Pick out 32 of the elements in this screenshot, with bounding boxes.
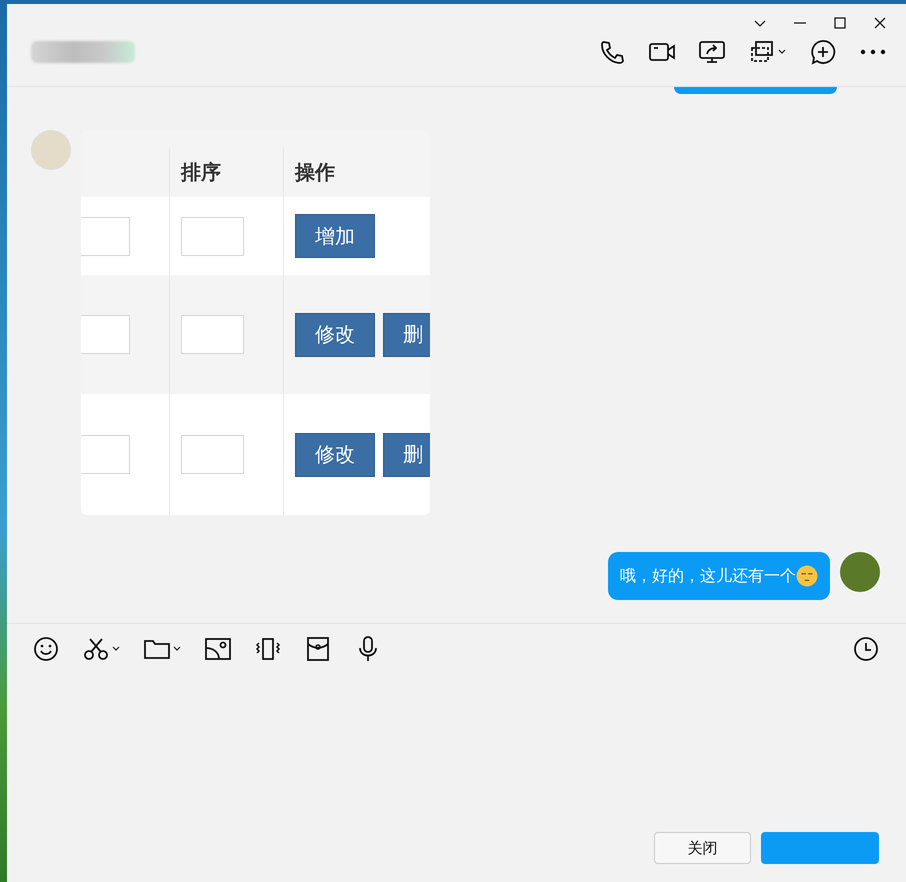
input-field[interactable] [81,435,130,474]
input-field[interactable] [181,216,244,256]
table-button[interactable]: 删 [383,312,430,356]
table-button[interactable]: 删 [383,432,430,476]
emoji-icon[interactable] [33,636,59,662]
image-icon[interactable] [205,636,231,662]
screen-share-icon[interactable] [699,39,725,65]
clock-icon[interactable] [853,636,879,662]
vibrate-icon[interactable] [255,636,281,662]
input-field[interactable] [81,315,130,354]
caret-icon[interactable] [778,49,786,55]
close-icon[interactable] [874,17,886,29]
input-field[interactable] [81,216,130,256]
avatar [840,552,880,592]
screens-icon[interactable] [749,39,775,65]
table-button[interactable]: 增加 [295,214,375,258]
scissors-icon[interactable] [83,636,109,662]
maximize-icon[interactable] [834,17,846,29]
message-text: 哦，好的，这儿还有一个 [620,566,796,586]
avatar [31,130,71,170]
caret-icon[interactable] [112,646,120,652]
table-button[interactable]: 修改 [295,312,375,356]
column-header: 操作 [295,159,335,186]
add-chat-icon[interactable] [810,39,836,65]
column-header: 排序 [181,159,221,186]
input-field[interactable] [181,435,244,474]
phone-icon[interactable] [599,39,625,65]
close-button[interactable]: 关闭 [654,832,751,864]
envelope-icon[interactable] [305,636,331,662]
caret-icon[interactable] [173,646,181,652]
table-button[interactable]: 修改 [295,432,375,476]
input-field[interactable] [181,315,244,354]
